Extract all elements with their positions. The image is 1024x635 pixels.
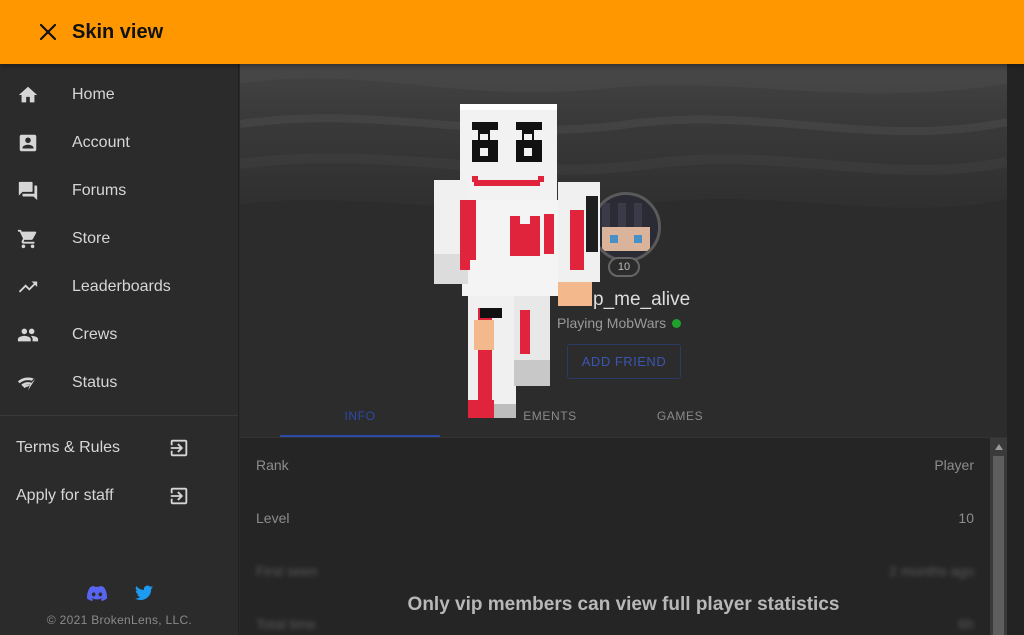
copyright-text: © 2021 BrokenLens, LLC.: [46, 613, 193, 627]
forum-icon: [16, 179, 40, 203]
scroll-thumb[interactable]: [993, 456, 1004, 635]
tab-games[interactable]: GAMES: [600, 394, 760, 437]
skin-arm-left-stripe: [460, 200, 470, 270]
sidebar-item-home[interactable]: Home: [0, 71, 238, 119]
tab-info[interactable]: INFO: [280, 394, 440, 437]
sidebar-item-label: Status: [72, 374, 118, 391]
skin-eye-right-gap2: [524, 148, 532, 156]
sidebar-item-label: Leaderboards: [72, 278, 171, 295]
scroll-up-button[interactable]: [990, 438, 1007, 455]
sidebar-nav: Home Account Forums Store Leaderboards C…: [0, 64, 238, 407]
skin-head-shade: [460, 104, 557, 110]
vip-restriction-message: Only vip members can view full player st…: [407, 594, 840, 615]
stat-value: 10: [958, 509, 974, 526]
sidebar-link-terms[interactable]: Terms & Rules: [0, 424, 238, 472]
scrollbar[interactable]: [990, 438, 1007, 635]
sidebar-footer: © 2021 BrokenLens, LLC.: [0, 585, 239, 627]
main-content: 10 p_me_alive Playing MobWars ADD FRIEND…: [240, 64, 1024, 635]
skin-eye-right: [516, 122, 542, 130]
close-icon: [39, 23, 57, 41]
close-button[interactable]: [28, 12, 68, 52]
skin-mouth: [474, 180, 540, 186]
sidebar-link-label: Apply for staff: [16, 487, 114, 504]
sidebar-item-account[interactable]: Account: [0, 119, 238, 167]
skin-leg-right-shade: [514, 360, 550, 386]
stat-row: Level 10: [240, 491, 990, 544]
arrow-up-icon: [994, 443, 1003, 450]
stat-value: Player: [934, 456, 974, 473]
discord-icon[interactable]: [86, 585, 107, 603]
skin-eye-left: [472, 122, 498, 130]
skin-eye-right-gap: [524, 134, 532, 140]
stat-row: Rank Player: [240, 438, 990, 491]
level-badge: 10: [608, 257, 640, 277]
twitter-icon[interactable]: [134, 585, 153, 601]
sidebar-item-forums[interactable]: Forums: [0, 167, 238, 215]
sidebar-link-label: Terms & Rules: [16, 439, 121, 456]
stat-key: Level: [256, 509, 290, 526]
social-links: [0, 585, 239, 603]
sidebar-item-label: Home: [72, 86, 115, 103]
username-text: p_me_alive: [593, 289, 691, 310]
sidebar-item-label: Crews: [72, 326, 118, 343]
skin-hand-right: [558, 282, 592, 306]
sidebar-item-leaderboards[interactable]: Leaderboards: [0, 263, 238, 311]
skin-mouth-left: [472, 176, 478, 182]
sidebar-item-label: Forums: [72, 182, 127, 199]
stat-value: 2 months ago: [889, 562, 974, 579]
exit-to-app-icon: [170, 439, 188, 457]
skin-heart-notch: [520, 216, 530, 224]
group-icon: [16, 323, 40, 347]
stat-key: First seen: [256, 562, 318, 579]
exit-to-app-icon: [170, 487, 188, 505]
skin-eye-left-gap: [480, 134, 488, 140]
signal-icon: [16, 371, 40, 395]
online-indicator: [672, 318, 682, 328]
sidebar-item-status[interactable]: Status: [0, 359, 238, 407]
stat-key: Rank: [256, 456, 289, 473]
skin-leg-right-stripe: [520, 310, 530, 354]
player-skin-model[interactable]: [434, 104, 604, 420]
profile-panel: 10 p_me_alive Playing MobWars ADD FRIEND…: [240, 64, 1007, 635]
skin-foot-left-grey: [494, 404, 516, 418]
sidebar-item-crews[interactable]: Crews: [0, 311, 238, 359]
stat-row: First seen 2 months ago: [240, 544, 990, 597]
page-title: Skin view: [72, 20, 164, 43]
skin-leg-left-skin: [474, 320, 494, 350]
sidebar-item-store[interactable]: Store: [0, 215, 238, 263]
stat-key: Total time: [256, 615, 316, 632]
app-header: Skin view: [0, 0, 1024, 64]
skin-foot-left: [468, 400, 494, 418]
skin-arm-right-stripe: [570, 210, 584, 270]
sidebar-item-label: Store: [72, 230, 111, 247]
home-icon: [16, 83, 40, 107]
skin-arm-right-dark: [586, 196, 598, 252]
right-gutter: [1007, 64, 1024, 635]
cart-icon: [16, 227, 40, 251]
sidebar: Home Account Forums Store Leaderboards C…: [0, 64, 239, 635]
account-box-icon: [16, 131, 40, 155]
skin-mouth-right: [538, 176, 544, 182]
sidebar-links: Terms & Rules Apply for staff: [0, 416, 238, 520]
trending-up-icon: [16, 275, 40, 299]
sidebar-item-label: Account: [72, 134, 130, 151]
sidebar-link-apply-staff[interactable]: Apply for staff: [0, 472, 238, 520]
skin-torso-stripe-2: [544, 214, 554, 254]
skin-eye-left-gap2: [480, 148, 488, 156]
skin-leg-left-dark: [480, 308, 502, 318]
stat-value: 6h: [958, 615, 974, 632]
